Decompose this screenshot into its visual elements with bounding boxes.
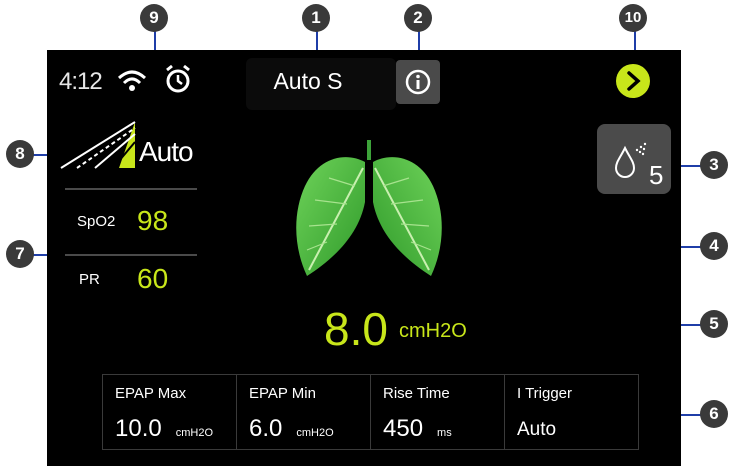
- callout-10: 10: [619, 4, 647, 32]
- wifi-icon: [117, 70, 147, 91]
- setting-epap-max[interactable]: EPAP Max 10.0 cmH2O: [103, 375, 237, 449]
- info-icon: [405, 69, 431, 95]
- next-button[interactable]: [616, 64, 650, 98]
- humidifier-icon: [614, 142, 647, 178]
- setting-unit: cmH2O: [296, 427, 334, 439]
- setting-label: Rise Time: [383, 385, 450, 402]
- device-screen: 4:12 Auto S Auto SpO2 98 PR 60 5 8.0 cmH…: [47, 50, 681, 466]
- next-arrow-icon: [627, 71, 641, 91]
- info-button[interactable]: [396, 60, 440, 104]
- lungs-icon: [296, 140, 442, 276]
- setting-value: Auto: [517, 419, 557, 440]
- spo2-label: SpO2: [77, 213, 116, 230]
- status-time: 4:12: [59, 68, 103, 95]
- setting-value: 450 ms: [383, 415, 452, 442]
- ramp-icon: [60, 121, 136, 169]
- callout-7: 7: [6, 240, 34, 268]
- setting-i-trigger[interactable]: I Trigger Auto: [505, 375, 638, 449]
- setting-unit: ms: [437, 427, 452, 439]
- setting-value: 6.0 cmH2O: [249, 415, 334, 442]
- mode-label: Auto S: [273, 68, 343, 94]
- alarm-clock-icon: [166, 64, 190, 93]
- setting-label: EPAP Max: [115, 385, 187, 402]
- pr-value: 60: [137, 263, 169, 294]
- setting-value: 10.0 cmH2O: [115, 415, 213, 442]
- spo2-value: 98: [137, 205, 169, 236]
- ramp-setting[interactable]: Auto: [139, 136, 194, 168]
- callout-9: 9: [140, 4, 168, 32]
- callout-6: 6: [700, 400, 728, 428]
- setting-epap-min[interactable]: EPAP Min 6.0 cmH2O: [237, 375, 371, 449]
- callout-8: 8: [6, 140, 34, 168]
- setting-unit: cmH2O: [175, 427, 213, 439]
- setting-label: EPAP Min: [249, 385, 316, 402]
- pressure-unit: cmH2O: [399, 320, 467, 342]
- pr-label: PR: [79, 271, 100, 288]
- setting-rise-time[interactable]: Rise Time 450 ms: [371, 375, 505, 449]
- divider: [65, 188, 197, 190]
- pressure-value: 8.0: [324, 303, 388, 355]
- callout-5: 5: [700, 310, 728, 338]
- setting-label: I Trigger: [517, 385, 573, 402]
- divider: [65, 254, 197, 256]
- settings-panel: EPAP Max 10.0 cmH2O EPAP Min 6.0 cmH2O Ris…: [102, 374, 639, 450]
- humidity-level: 5: [649, 160, 664, 190]
- callout-3: 3: [700, 151, 728, 179]
- callout-1: 1: [302, 4, 330, 32]
- callout-4: 4: [700, 232, 728, 260]
- callout-2: 2: [404, 4, 432, 32]
